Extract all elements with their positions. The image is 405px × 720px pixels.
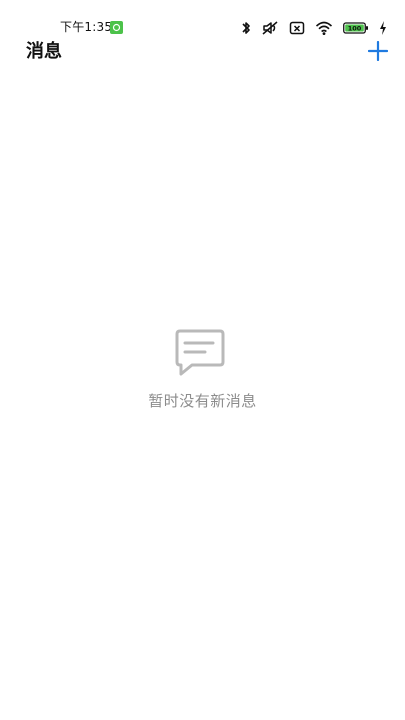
- charging-icon: [379, 21, 387, 35]
- add-button[interactable]: [365, 40, 391, 66]
- app-notification-icon: [110, 21, 123, 34]
- page-title: 消息: [26, 41, 62, 62]
- battery-icon: 100: [343, 20, 369, 36]
- no-sim-icon: [289, 20, 305, 36]
- plus-icon: [367, 40, 389, 65]
- message-icon: [173, 328, 227, 378]
- mute-icon: [261, 20, 279, 36]
- svg-text:100: 100: [348, 25, 362, 33]
- status-time: 下午1:35: [60, 20, 113, 34]
- empty-state-message: 暂时没有新消息: [148, 392, 257, 410]
- bluetooth-icon: [241, 20, 251, 36]
- empty-state: 暂时没有新消息: [0, 320, 405, 420]
- wifi-icon: [315, 20, 333, 36]
- status-icons: 100: [241, 19, 387, 37]
